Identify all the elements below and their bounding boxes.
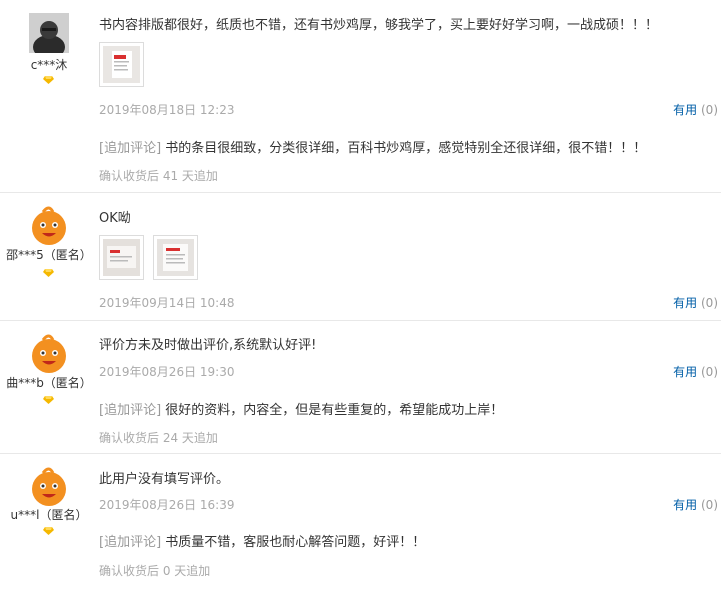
review-image-thumbnail[interactable] xyxy=(99,42,144,87)
useful-count: (0) xyxy=(701,365,718,379)
review-item: 邵***5（匿名） OK呦 2019年09月14日 10:48 有用 (0) xyxy=(0,193,721,321)
review-date: 2019年08月26日 19:30 xyxy=(99,365,235,379)
diamond-level-icon xyxy=(43,527,54,535)
diamond-level-icon xyxy=(43,269,54,277)
review-content: 评价方未及时做出评价,系统默认好评! xyxy=(99,338,317,353)
user-name[interactable]: 邵***5（匿名） xyxy=(0,246,98,263)
review-date: 2019年08月18日 12:23 xyxy=(99,103,235,117)
useful-vote: 有用 (0) xyxy=(673,101,718,118)
append-tag: [追加评论] xyxy=(99,535,162,550)
user-name[interactable]: c***沐 xyxy=(0,56,98,73)
orange-mascot-avatar-icon xyxy=(32,334,66,373)
useful-button[interactable]: 有用 xyxy=(673,103,697,117)
useful-count: (0) xyxy=(701,498,718,512)
append-content: 书的条目很细致，分类很详细，百科书炒鸡厚，感觉特别全还很详细，很不错！！！ xyxy=(165,141,647,156)
useful-count: (0) xyxy=(701,296,718,310)
review-date: 2019年09月14日 10:48 xyxy=(99,296,235,310)
append-time: 确认收货后 0 天追加 xyxy=(99,564,211,578)
useful-button[interactable]: 有用 xyxy=(673,498,697,512)
diamond-level-icon xyxy=(43,396,54,404)
append-content: 很好的资料，内容全，但是有些重复的，希望能成功上岸！ xyxy=(165,403,504,418)
book-photo xyxy=(103,46,140,83)
review-image-thumbnail[interactable] xyxy=(153,235,198,280)
useful-count: (0) xyxy=(701,103,718,117)
append-content: 书质量不错，客服也耐心解答问题，好评！！ xyxy=(165,535,426,550)
append-time: 确认收货后 24 天追加 xyxy=(99,431,218,445)
diamond-level-icon xyxy=(43,76,54,84)
book-photo xyxy=(157,239,194,276)
append-tag: [追加评论] xyxy=(99,403,162,418)
useful-vote: 有用 (0) xyxy=(673,496,718,513)
append-time: 确认收货后 41 天追加 xyxy=(99,169,218,183)
review-item: 曲***b（匿名） 评价方未及时做出评价,系统默认好评! 2019年08月26日… xyxy=(0,321,721,454)
user-name[interactable]: u***l（匿名） xyxy=(0,506,98,523)
user-avatar[interactable] xyxy=(29,206,69,246)
dark-hooded-avatar-icon xyxy=(29,13,69,53)
user-name[interactable]: 曲***b（匿名） xyxy=(0,374,98,391)
user-avatar[interactable] xyxy=(29,13,69,53)
review-image-thumbnail[interactable] xyxy=(99,235,144,280)
review-date: 2019年08月26日 16:39 xyxy=(99,498,235,512)
useful-vote: 有用 (0) xyxy=(673,363,718,380)
useful-button[interactable]: 有用 xyxy=(673,365,697,379)
review-content: OK呦 xyxy=(99,211,131,226)
orange-mascot-avatar-icon xyxy=(32,206,66,245)
user-avatar[interactable] xyxy=(29,467,69,507)
append-review: [追加评论] 书质量不错，客服也耐心解答问题，好评！！ xyxy=(99,531,425,550)
review-content: 此用户没有填写评价。 xyxy=(99,472,230,487)
useful-vote: 有用 (0) xyxy=(673,294,718,311)
book-photo xyxy=(103,239,140,276)
review-images xyxy=(99,235,198,280)
useful-button[interactable]: 有用 xyxy=(673,296,697,310)
append-tag: [追加评论] xyxy=(99,141,162,156)
review-content: 书内容排版都很好，纸质也不错，还有书炒鸡厚，够我学了，买上要好好学习啊，一战成硕… xyxy=(99,18,659,33)
review-images xyxy=(99,42,144,87)
append-review: [追加评论] 书的条目很细致，分类很详细，百科书炒鸡厚，感觉特别全还很详细，很不… xyxy=(99,137,646,156)
append-review: [追加评论] 很好的资料，内容全，但是有些重复的，希望能成功上岸！ xyxy=(99,399,503,418)
review-item: c***沐 书内容排版都很好，纸质也不错，还有书炒鸡厚，够我学了，买上要好好学习… xyxy=(0,0,721,193)
user-avatar[interactable] xyxy=(29,334,69,374)
orange-mascot-avatar-icon xyxy=(32,467,66,506)
review-item: u***l（匿名） 此用户没有填写评价。 2019年08月26日 16:39 有… xyxy=(0,454,721,590)
